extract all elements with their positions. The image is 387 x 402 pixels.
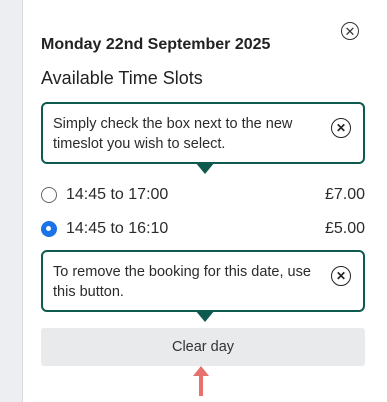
section-title: Available Time Slots	[41, 68, 203, 88]
clear-hint-text: To remove the booking for this date, use…	[53, 264, 311, 300]
time-slot-panel: ✕ Monday 22nd September 2025 Available T…	[22, 0, 387, 402]
date-title: Monday 22nd September 2025	[41, 36, 271, 53]
slot-time: 14:45 to 16:10	[66, 220, 169, 237]
select-hint-tooltip: Simply check the box next to the new tim…	[41, 102, 365, 174]
up-arrow-icon	[193, 366, 209, 396]
background-strip	[0, 0, 22, 402]
tooltip-close-icon[interactable]: ✕	[331, 266, 351, 286]
radio-button[interactable]	[41, 187, 57, 203]
slot-price: £5.00	[324, 220, 365, 237]
clear-day-button[interactable]: Clear day	[41, 328, 365, 366]
select-hint-text: Simply check the box next to the new tim…	[53, 116, 293, 152]
time-slot-option[interactable]: 14:45 to 17:00 £7.00	[41, 184, 365, 206]
slot-price: £7.00	[324, 186, 365, 203]
tooltip-pointer	[195, 310, 215, 322]
clear-hint-tooltip: To remove the booking for this date, use…	[41, 250, 365, 322]
close-icon[interactable]: ✕	[341, 22, 359, 40]
tooltip-pointer	[195, 162, 215, 174]
radio-button-selected[interactable]	[41, 221, 57, 237]
tooltip-close-icon[interactable]: ✕	[331, 118, 351, 138]
slot-time: 14:45 to 17:00	[66, 186, 169, 203]
time-slot-option[interactable]: 14:45 to 16:10 £5.00	[41, 218, 365, 240]
